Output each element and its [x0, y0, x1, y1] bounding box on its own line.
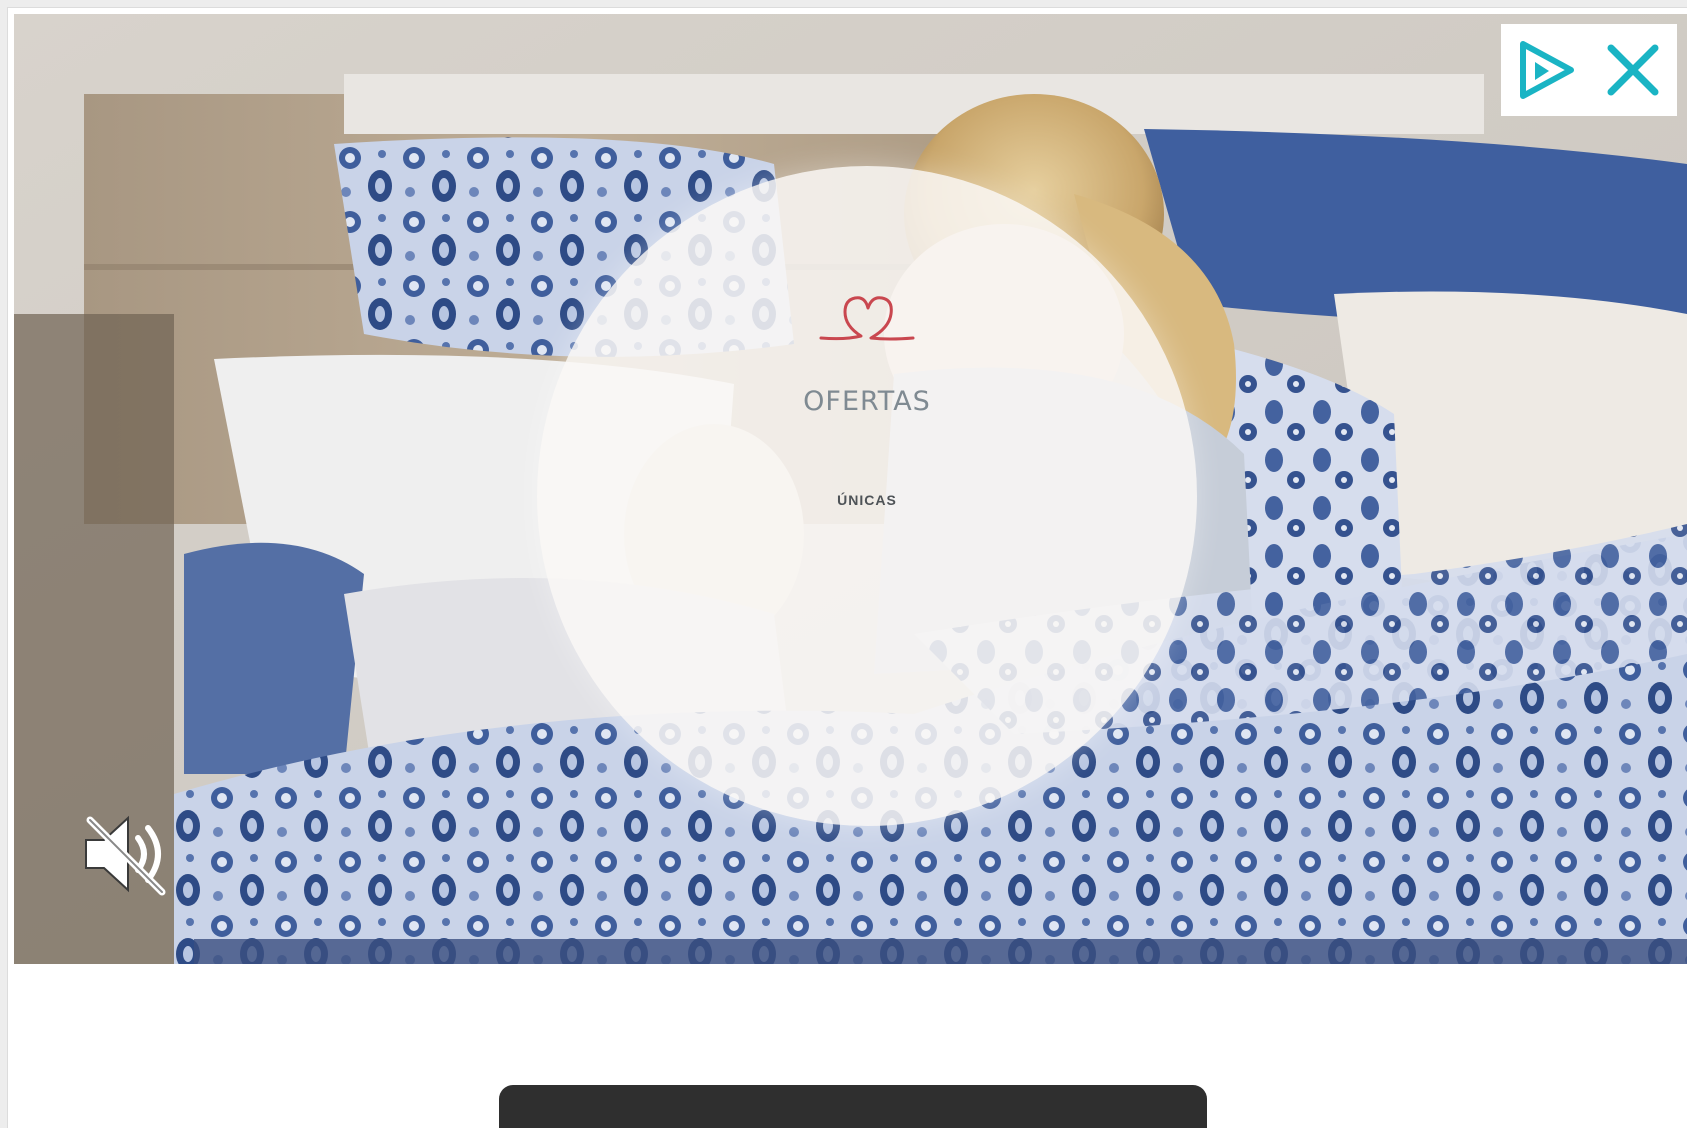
video-ad-player[interactable]: OFERTAS ÚNICAS: [14, 14, 1687, 964]
adchoices-bar: [1501, 24, 1677, 116]
promo-title: OFERTAS: [803, 386, 931, 417]
ad-frame: OFERTAS ÚNICAS: [8, 8, 1687, 1128]
heart-logo-icon: [819, 296, 915, 341]
speaker-muted-icon[interactable]: [76, 804, 176, 904]
cta-area: [8, 964, 1687, 1128]
promo-subtitle: ÚNICAS: [837, 492, 897, 508]
adchoices-play-icon[interactable]: [1509, 34, 1581, 106]
cta-button[interactable]: [499, 1085, 1207, 1128]
close-icon[interactable]: [1597, 34, 1669, 106]
promo-circle-overlay[interactable]: OFERTAS ÚNICAS: [537, 166, 1197, 826]
